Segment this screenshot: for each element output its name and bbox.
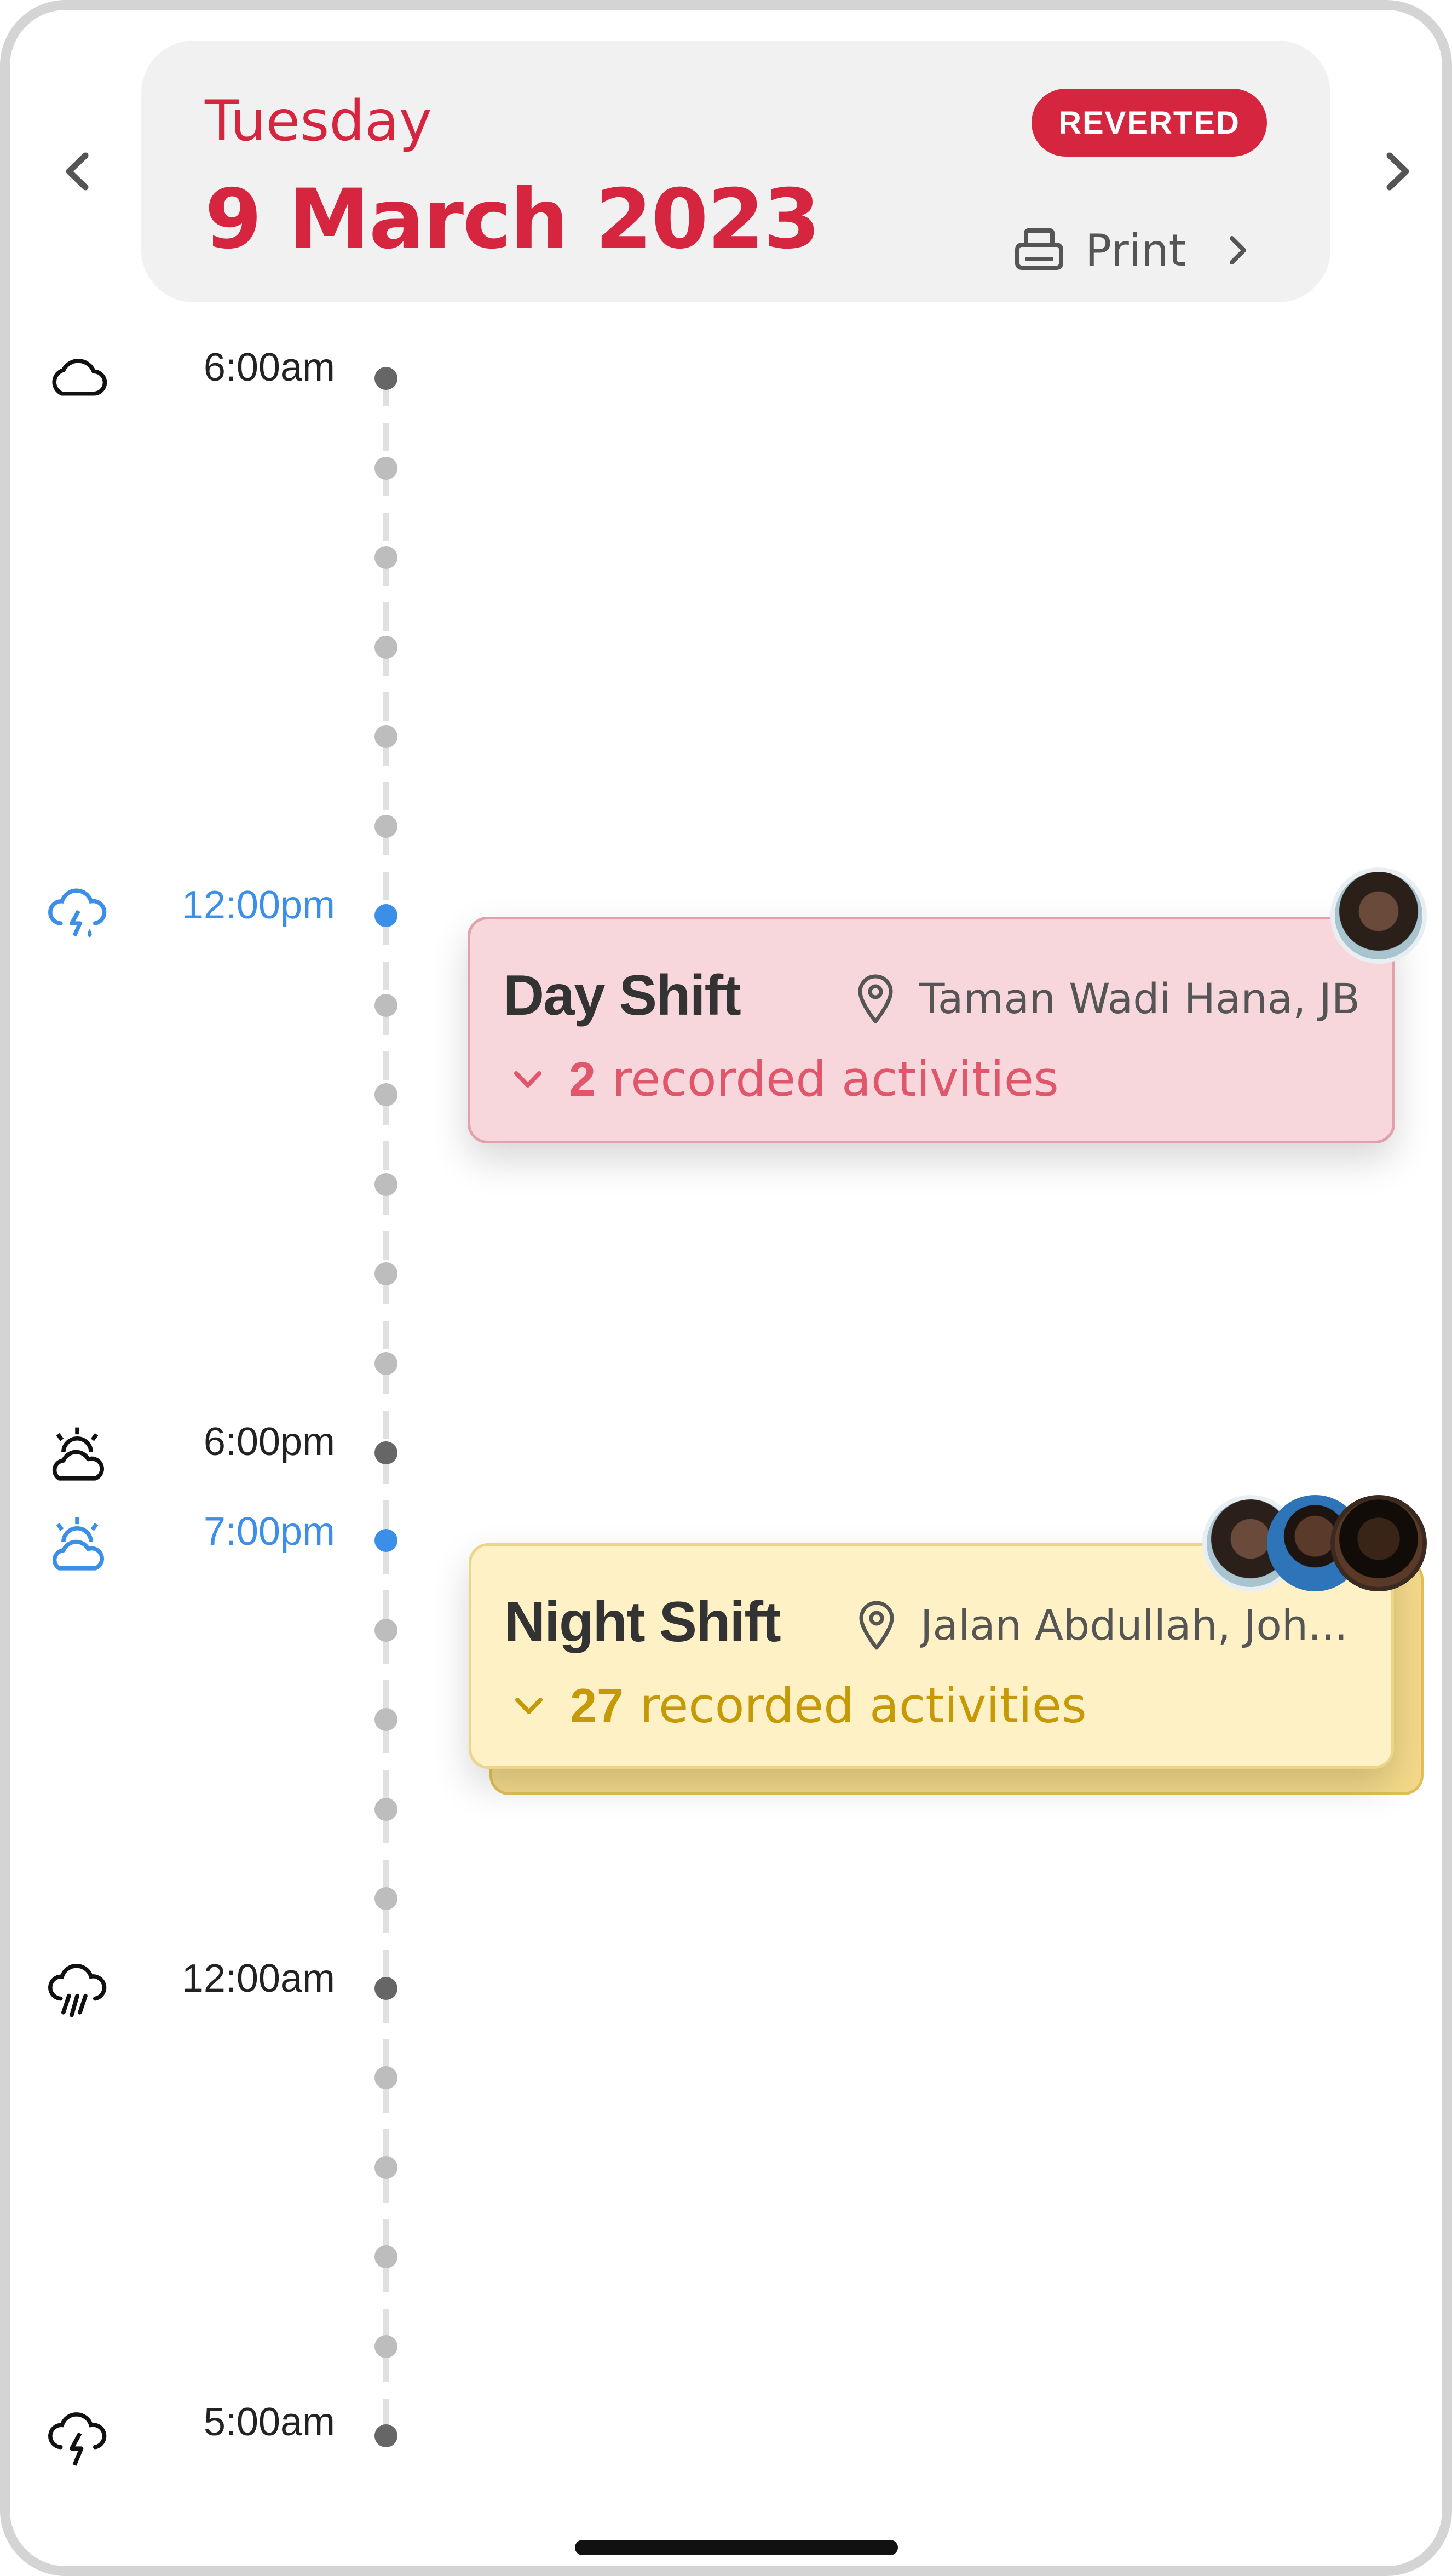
timeline-dot [374, 1529, 397, 1552]
timeline-dot [374, 1441, 397, 1464]
shift-title: Night Shift [504, 1590, 781, 1654]
timeline-line [383, 378, 389, 2437]
printer-icon [1015, 228, 1063, 270]
timeline-dot [374, 367, 397, 390]
phone-frame: Tuesday 9 March 2023 REVERTED Print 6:00… [0, 0, 1452, 2576]
heavy-rain-icon [48, 1964, 107, 2017]
activities-toggle[interactable]: 27 recorded activities [510, 1677, 1087, 1734]
timeline-dot [374, 1262, 397, 1285]
timeline-dot [374, 2245, 397, 2268]
print-button[interactable]: Print [1012, 215, 1269, 286]
timeline-dot [374, 725, 397, 748]
timeline-dot [374, 1798, 397, 1821]
activity-label: recorded activities [612, 1051, 1059, 1107]
time-label: 6:00am [203, 346, 335, 389]
partly-cloudy-sun-icon [52, 1427, 104, 1481]
timeline-dot [374, 994, 397, 1017]
chevron-down-icon [515, 1697, 543, 1714]
timeline-dot [374, 2156, 397, 2179]
timeline-dot [374, 815, 397, 838]
cloud-icon [52, 359, 107, 396]
thunderstorm-rain-icon [48, 888, 107, 938]
location-pin-icon [858, 974, 893, 1024]
time-label: 7:00pm [203, 1510, 335, 1554]
activity-label: recorded activities [639, 1677, 1087, 1734]
avatar[interactable] [1330, 867, 1427, 964]
timeline-dot [374, 2066, 397, 2089]
timeline-dot [374, 2424, 397, 2447]
activity-count: 27 [570, 1678, 624, 1733]
location-pin-icon [859, 1601, 894, 1650]
partly-cloudy-sun-icon [52, 1517, 104, 1571]
print-label: Print [1085, 225, 1186, 276]
time-label: 12:00am [181, 1957, 335, 2000]
timeline-dot [374, 1977, 397, 2000]
chevron-left-icon[interactable] [48, 141, 108, 202]
timeline-dot [374, 636, 397, 659]
time-label: 6:00pm [203, 1420, 335, 1464]
date-header-card: Tuesday 9 March 2023 REVERTED Print [141, 41, 1330, 302]
timeline-dot [374, 1083, 397, 1106]
day-name: Tuesday [205, 89, 432, 154]
home-indicator [575, 2540, 898, 2555]
timeline-dot [374, 1352, 397, 1375]
shift-title: Day Shift [503, 964, 741, 1027]
day-shift-card[interactable]: Day Shift Taman Wadi Hana, JB 2 recorded… [468, 917, 1395, 1143]
timeline-dot [374, 1708, 397, 1731]
shift-location: Taman Wadi Hana, JB [854, 971, 1363, 1026]
timeline-dot [374, 1173, 397, 1196]
chevron-right-icon [1230, 236, 1247, 264]
chevron-down-icon [514, 1071, 541, 1088]
activities-toggle[interactable]: 2 recorded activities [509, 1051, 1059, 1107]
timeline-dot [374, 904, 397, 927]
timeline-dot [374, 1619, 397, 1642]
activity-count: 2 [569, 1051, 596, 1106]
shift-location: Jalan Abdullah, Joh... [855, 1597, 1364, 1652]
timeline-dot [374, 1887, 397, 1910]
time-label: 12:00pm [181, 883, 335, 927]
location-text: Jalan Abdullah, Joh... [920, 1600, 1348, 1649]
timeline-dot [374, 2335, 397, 2358]
avatar[interactable] [1330, 1495, 1427, 1591]
date-title: 9 March 2023 [205, 172, 820, 267]
status-badge: REVERTED [1032, 89, 1267, 157]
chevron-right-icon[interactable] [1367, 141, 1427, 202]
time-label: 5:00am [203, 2400, 335, 2444]
location-text: Taman Wadi Hana, JB [919, 974, 1361, 1023]
timeline-dot [374, 546, 397, 569]
timeline-dot [374, 457, 397, 480]
thunder-icon [48, 2412, 107, 2466]
